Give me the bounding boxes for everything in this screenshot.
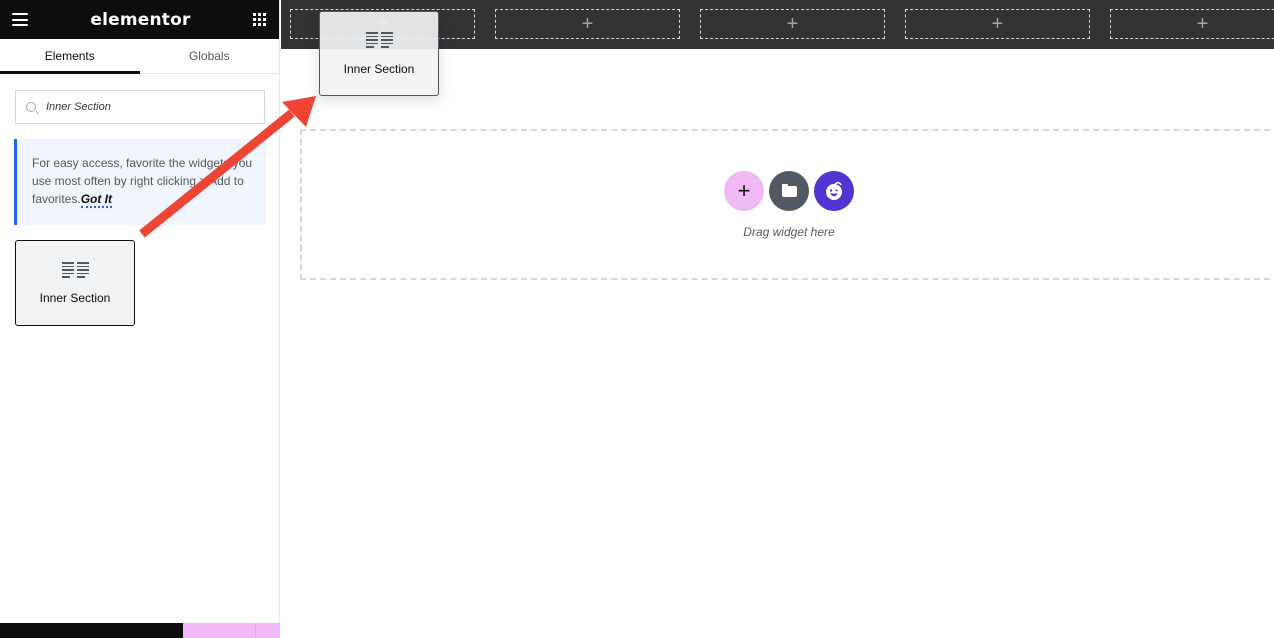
folder-icon (781, 183, 797, 197)
plus-icon: + (1196, 13, 1209, 35)
footer-tools[interactable] (0, 623, 183, 638)
panel-footer (0, 623, 280, 638)
column-slot[interactable]: + (905, 9, 1090, 39)
ai-face-icon (826, 181, 842, 200)
got-it-link[interactable]: Got It (80, 192, 113, 208)
add-section-button[interactable]: + (724, 171, 764, 211)
widget-inner-section[interactable]: Inner Section (15, 240, 135, 326)
search-widget-field (15, 90, 265, 124)
search-input[interactable] (46, 101, 246, 113)
elementor-logo: elementor (90, 9, 191, 30)
search-icon (26, 102, 36, 112)
add-template-button[interactable] (769, 171, 809, 211)
ai-button[interactable] (814, 171, 854, 211)
drag-widget-hint: Drag widget here (743, 225, 835, 239)
ghost-label: Inner Section (343, 61, 415, 76)
tab-globals[interactable]: Globals (140, 39, 280, 73)
inner-section-icon (61, 262, 89, 278)
notice-text: For easy access, favorite the widgets yo… (32, 156, 253, 206)
drop-area-buttons: + (724, 171, 854, 211)
elementor-editor: elementor Elements Globals For easy acce… (0, 0, 1274, 638)
plus-icon: + (581, 13, 594, 35)
column-slot[interactable]: + (700, 9, 885, 39)
grid-icon[interactable] (252, 12, 267, 27)
column-slot[interactable]: + (1110, 9, 1274, 39)
inner-section-icon (365, 32, 393, 48)
dragged-widget-ghost[interactable]: Inner Section (319, 11, 439, 96)
plus-icon: + (786, 13, 799, 35)
panel-tabs: Elements Globals (0, 39, 279, 74)
favorites-notice: For easy access, favorite the widgets yo… (14, 139, 266, 225)
publish-options-button[interactable] (256, 623, 280, 638)
column-slot[interactable]: + (495, 9, 680, 39)
elements-panel: elementor Elements Globals For easy acce… (0, 0, 280, 638)
hamburger-icon[interactable] (12, 13, 28, 26)
tab-elements[interactable]: Elements (0, 39, 140, 74)
panel-header: elementor (0, 0, 279, 39)
plus-icon: + (991, 13, 1004, 35)
widget-label: Inner Section (39, 290, 111, 305)
publish-button[interactable] (183, 623, 256, 638)
